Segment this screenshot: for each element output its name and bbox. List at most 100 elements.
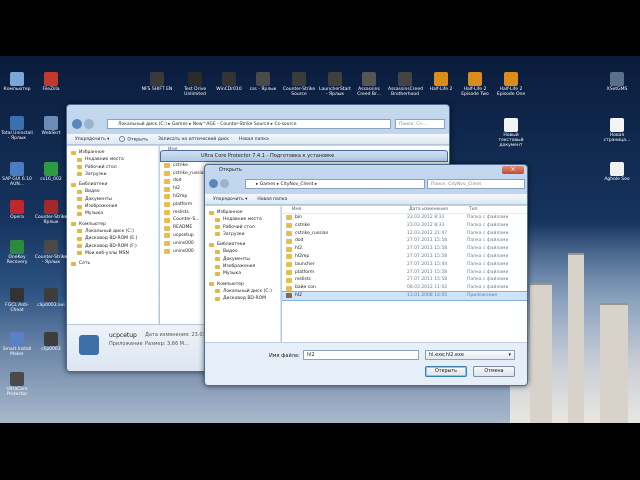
desktop-icon[interactable]: Half-Life 2 Episode One (494, 72, 528, 97)
file-row[interactable]: hl2 27.07.2011 15:58 Папка с файлами (282, 245, 527, 253)
nav-item[interactable]: Загрузки (67, 171, 158, 178)
nav-item[interactable]: Дисковод BD-ROM (205, 295, 280, 302)
desktop-icon[interactable]: Компьютер (0, 72, 34, 92)
file-type-select[interactable]: hl.exe;hl2.exe ▾ (425, 350, 515, 360)
desktop-icon[interactable]: Counter-Strike Source (282, 72, 316, 97)
nav-item[interactable]: Загрузки (205, 231, 280, 238)
file-row[interactable]: platform 27.07.2011 15:58 Папка с файлами (282, 269, 527, 277)
desktop-icon[interactable]: Assassins Creed Br... (352, 72, 386, 97)
explorer-address-bar[interactable]: Локальный диск (C:) ▸ Games ▸ New^AGE - … (107, 119, 391, 129)
nav-item[interactable]: Локальный диск (C:) (67, 228, 158, 235)
nav-item[interactable]: Рабочий стол (205, 224, 280, 231)
desktop-icon[interactable]: XSetGMS (600, 72, 634, 92)
desktop-icon[interactable]: UltraCore Protector (0, 372, 34, 397)
desktop-icon[interactable]: Counter-Strike Ярлык (34, 200, 68, 225)
desktop-icon[interactable]: Aghole Seo (600, 162, 634, 182)
file-row[interactable]: hl2 13.01.2008 14:05 Приложение (282, 290, 527, 301)
new-folder-button[interactable]: Новая папка (239, 137, 269, 142)
nav-item[interactable]: Дисковод BD-ROM (E:) (67, 235, 158, 242)
desktop-icon[interactable]: Новый текстовый документ (494, 118, 528, 148)
column-date[interactable]: Дата изменения (407, 206, 467, 213)
desktop-icon[interactable]: FileZilla (34, 72, 68, 92)
desktop-icon[interactable]: NFS SHIFT EN (140, 72, 174, 92)
desktop-icon[interactable]: Smart Install Maker (0, 332, 34, 357)
file-row[interactable]: cstrike_russian 12.03.2012 21:47 Папка с ф… (282, 230, 527, 238)
cancel-button[interactable]: Отмена (473, 366, 515, 377)
nav-item[interactable]: Избранное (67, 149, 158, 156)
open-button[interactable]: Открыть (425, 366, 467, 377)
desktop-icon[interactable]: clip0003.avi (34, 288, 68, 308)
open-button[interactable]: Открыть (119, 135, 148, 142)
file-row[interactable]: reslists 27.07.2011 15:58 Папка с файлами (282, 276, 527, 284)
nav-item[interactable]: Изображения (205, 263, 280, 270)
desktop-icon-label: Компьютер (3, 87, 31, 92)
nav-item[interactable]: Недавние места (205, 216, 280, 223)
dialog-search[interactable]: Поиск: CityNov_Client (427, 179, 525, 189)
nav-item[interactable]: Документы (205, 256, 280, 263)
nav-item[interactable]: Видео (67, 188, 158, 195)
nav-item[interactable]: Мои веб-узлы MSN (67, 250, 158, 257)
file-row[interactable]: hl2mp 27.07.2011 15:58 Папка с файлами (282, 253, 527, 261)
folder-icon (286, 215, 292, 221)
desktop-icon[interactable]: FGCL Anti-Cheat (0, 288, 34, 313)
nav-item[interactable]: Документы (67, 196, 158, 203)
desktop-icon[interactable]: clip0003 (34, 332, 68, 352)
dialog-close-button[interactable]: × (502, 166, 524, 174)
nav-item[interactable]: Видео (205, 248, 280, 255)
desktop-icon-label: clip0003 (41, 347, 61, 352)
nav-item[interactable]: Локальный диск (C:) (205, 288, 280, 295)
desktop-icon[interactable]: Opera (0, 200, 34, 220)
nav-item[interactable]: Компьютер (67, 221, 158, 228)
ucp-installer-titlebar[interactable]: Ultra Core Protector 7.4.1 - Подготовка … (160, 150, 448, 162)
dialog-new-folder-button[interactable]: Новая папка (257, 197, 287, 202)
file-row[interactable]: baйe con 08.03.2012 11:02 Папка с файлами (282, 284, 527, 292)
desktop-icon[interactable]: LauncherStart - Ярлык (318, 72, 352, 97)
nav-item[interactable]: Сеть (67, 260, 158, 267)
column-name[interactable]: Имя (282, 206, 407, 213)
desktop-icon[interactable]: Counter-Strike - Ярлык (34, 240, 68, 265)
desktop-icon-label: Новая страница... (603, 133, 631, 143)
forward-button[interactable] (84, 119, 94, 129)
nav-item[interactable]: Дисковод BD-ROM (F:) (67, 243, 158, 250)
nav-item[interactable]: Музыка (205, 270, 280, 277)
desktop-icon[interactable]: Test Drive Unlimited (178, 72, 212, 97)
desktop-icon[interactable]: OneKey Recovery (0, 240, 34, 265)
desktop-icon[interactable]: SAP GUI 6.10 AUN... (0, 162, 34, 187)
desktop-icon[interactable]: Half-Life 2 (424, 72, 458, 92)
organize-button[interactable]: Упорядочить ▾ (75, 137, 109, 142)
dialog-back-button[interactable] (209, 179, 218, 188)
desktop-icon[interactable]: css - Ярлык (246, 72, 280, 92)
filename-input[interactable]: hl2 (303, 350, 419, 360)
desktop-icon[interactable]: AssassinsCreed Brotherhood (388, 72, 423, 97)
desktop-icon[interactable]: cs16_002 (34, 162, 68, 182)
nav-item[interactable]: Библиотеки (67, 181, 158, 188)
nav-item-label: Музыка (223, 271, 241, 277)
burn-button[interactable]: Записать на оптический диск (158, 137, 229, 142)
column-type[interactable]: Тип (467, 206, 478, 213)
dialog-forward-button[interactable] (220, 179, 229, 188)
nav-item[interactable]: Изображения (67, 203, 158, 210)
nav-item[interactable]: Компьютер (205, 281, 280, 288)
nav-item-label: Документы (223, 256, 250, 262)
explorer-search[interactable]: Поиск: Cs-... (395, 119, 445, 129)
file-row[interactable]: cstrike 23.03.2012 8:33 Папка с файлами (282, 222, 527, 230)
desktop-icon[interactable]: Новая страница... (600, 118, 634, 143)
nav-item[interactable]: Избранное (205, 209, 280, 216)
app-icon (79, 335, 99, 355)
dialog-address-bar[interactable]: ▸ Games ▸ CityNov_Client ▸ (245, 179, 425, 189)
open-file-dialog[interactable]: Открыть × ▸ Games ▸ CityNov_Client ▸ Пои… (204, 164, 528, 386)
nav-item[interactable]: Рабочий стол (67, 164, 158, 171)
folder-icon (209, 282, 214, 287)
desktop-icon[interactable]: Half-Life 2 Episode Two (458, 72, 492, 97)
nav-item[interactable]: Недавние места (67, 156, 158, 163)
desktop-icon[interactable]: Total Uninstall - Ярлык (0, 116, 34, 141)
file-row[interactable]: dod 27.07.2011 15:58 Папка с файлами (282, 237, 527, 245)
nav-item[interactable]: Музыка (67, 210, 158, 217)
back-button[interactable] (72, 119, 82, 129)
dialog-organize-button[interactable]: Упорядочить ▾ (213, 197, 247, 202)
nav-item[interactable]: Библиотеки (205, 241, 280, 248)
file-row[interactable]: bin 23.03.2012 8:33 Папка с файлами (282, 214, 527, 222)
desktop-icon[interactable]: WebSkrt (34, 116, 68, 136)
desktop-icon[interactable]: WinCDr010 (212, 72, 246, 92)
file-row[interactable]: launcher 27.07.2011 15:44 Папка с файлами (282, 261, 527, 269)
